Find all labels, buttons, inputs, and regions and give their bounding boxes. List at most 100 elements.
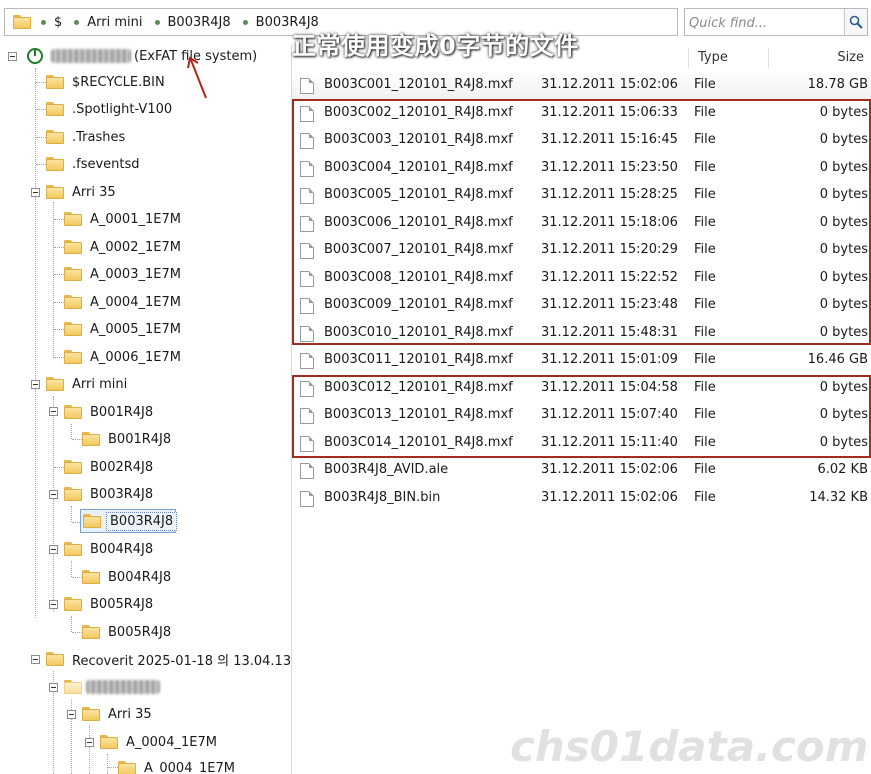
file-name: B003C001_120101_R4J8.mxf	[324, 77, 513, 92]
file-size: 18.78 GB	[807, 77, 868, 92]
tree-node-label: B004R4J8	[90, 541, 154, 557]
tree-connector	[71, 616, 72, 632]
tree-node[interactable]: Arri mini	[46, 372, 127, 396]
search-icon	[849, 15, 863, 29]
tree-node[interactable]: Arri 35	[82, 702, 152, 726]
tree-node[interactable]: A_0002_1E7M	[64, 235, 181, 259]
tree-node[interactable]: .Spotlight-V100	[46, 97, 172, 121]
collapse-toggle-icon[interactable]	[49, 600, 58, 609]
folder-icon	[118, 761, 136, 774]
tree-node-label: A_0002_1E7M	[90, 239, 181, 255]
tree-node-selected[interactable]: B003R4J8	[80, 509, 178, 533]
file-icon	[300, 463, 314, 479]
collapse-toggle-icon[interactable]	[31, 655, 40, 664]
folder-icon	[64, 240, 82, 254]
tree-node-label: $RECYCLE.BIN	[72, 74, 165, 90]
breadcrumb-item[interactable]: $	[41, 15, 62, 30]
tree-connector	[36, 82, 46, 83]
zero-byte-highlight-box	[292, 99, 871, 345]
folder-icon	[64, 322, 82, 336]
file-list[interactable]: Type Size B003C001_120101_R4J8.mxf 31.12.…	[292, 44, 871, 774]
tree-connector	[72, 577, 82, 578]
collapse-toggle-icon[interactable]	[31, 188, 40, 197]
file-type: File	[694, 352, 716, 367]
quick-find-box	[684, 8, 868, 36]
tree-node[interactable]	[64, 675, 160, 699]
file-row[interactable]: B003R4J8_AVID.ale 31.12.2011 15:02:06 File…	[292, 457, 871, 484]
tree-node[interactable]: A_0004_1E7M	[64, 290, 181, 314]
tree-node[interactable]: B001R4J8	[64, 400, 153, 424]
tree-node-label: A_0006_1E7M	[90, 349, 181, 365]
collapse-toggle-icon[interactable]	[49, 407, 58, 416]
tree-connector	[71, 506, 72, 522]
folder-icon	[64, 460, 82, 474]
tree-node[interactable]: A_0001_1E7M	[64, 207, 181, 231]
breadcrumb-item[interactable]: Arri mini	[74, 15, 143, 30]
quick-find-input[interactable]	[687, 11, 841, 35]
tree-node-label: A_0005_1E7M	[90, 321, 181, 337]
folder-icon	[82, 432, 100, 446]
tree-connector	[54, 274, 64, 275]
collapse-toggle-icon[interactable]	[49, 545, 58, 554]
column-separator[interactable]	[688, 48, 689, 68]
tree-node[interactable]: B003R4J8	[64, 482, 153, 506]
file-row[interactable]: B003C001_120101_R4J8.mxf 31.12.2011 15:02…	[292, 72, 871, 99]
tree-node[interactable]: B005R4J8	[64, 592, 153, 616]
tree-connector	[71, 561, 72, 577]
column-header-size[interactable]: Size	[837, 50, 864, 65]
tree-node-label: B005R4J8	[90, 596, 154, 612]
tree-node[interactable]: A_0005_1E7M	[64, 317, 181, 341]
tree-node[interactable]: B004R4J8	[64, 537, 153, 561]
tree-node[interactable]: A_0004_1E7M	[100, 730, 217, 754]
tree-connector	[36, 137, 46, 138]
collapse-toggle-icon[interactable]	[67, 710, 76, 719]
tree-node[interactable]: Arri 35	[46, 180, 116, 204]
collapse-toggle-icon[interactable]	[49, 683, 58, 692]
tree-connector	[72, 632, 82, 633]
tree-node[interactable]: A_0006_1E7M	[64, 345, 181, 369]
tree-node[interactable]: B005R4J8	[82, 620, 171, 644]
tree-node-label: .Trashes	[72, 129, 126, 145]
collapse-toggle-icon[interactable]	[8, 51, 17, 61]
breadcrumb-separator-icon	[74, 19, 80, 25]
tree-node[interactable]: .Trashes	[46, 125, 125, 149]
tree-connector	[54, 219, 64, 220]
folder-icon	[46, 102, 64, 116]
tree-node[interactable]: Recoverit 2025-01-18 의 13.04.13	[46, 647, 291, 671]
file-icon	[300, 353, 314, 369]
tree-node[interactable]: B004R4J8	[82, 565, 171, 589]
breadcrumb-separator-icon	[242, 19, 248, 25]
folder-icon	[64, 350, 82, 364]
folder-icon	[13, 15, 31, 29]
search-button[interactable]	[844, 9, 867, 35]
folder-icon	[83, 514, 101, 528]
tree-node[interactable]: $RECYCLE.BIN	[46, 70, 165, 94]
tree-node-drive[interactable]: (ExFAT file system)	[8, 44, 257, 68]
column-separator[interactable]	[768, 48, 769, 68]
folder-icon	[64, 542, 82, 556]
breadcrumb-item[interactable]: B003R4J8	[154, 15, 231, 30]
tree-node-label: A_0004_1E7M	[144, 760, 235, 774]
tree-connector	[36, 109, 46, 110]
tree-node[interactable]: B001R4J8	[82, 427, 171, 451]
tree-node-label: .Spotlight-V100	[72, 101, 173, 117]
collapse-toggle-icon[interactable]	[31, 380, 40, 389]
tree-node-label: Arri 35	[108, 706, 152, 722]
tree-node[interactable]: .fseventsd	[46, 152, 140, 176]
breadcrumb-separator-icon	[41, 19, 46, 25]
tree-node[interactable]: A_0004_1E7M	[118, 756, 235, 774]
column-header-type[interactable]: Type	[698, 50, 728, 65]
tree-node[interactable]: B002R4J8	[64, 455, 153, 479]
file-date: 31.12.2011 15:02:06	[541, 462, 678, 477]
file-row[interactable]: B003C011_120101_R4J8.mxf 31.12.2011 15:01…	[292, 347, 871, 374]
folder-icon	[82, 707, 100, 721]
watermark: chs01data.com	[510, 722, 869, 771]
file-date: 31.12.2011 15:02:06	[541, 489, 678, 505]
tree-connector	[54, 467, 64, 468]
tree-node[interactable]: A_0003_1E7M	[64, 262, 181, 286]
collapse-toggle-icon[interactable]	[49, 490, 58, 499]
annotation-arrow-icon	[187, 56, 207, 99]
folder-tree[interactable]: (ExFAT file system) $RECYCLE.BIN .Spotli…	[0, 44, 291, 774]
file-row[interactable]: B003R4J8_BIN.bin 31.12.2011 15:02:06 File 1…	[292, 485, 871, 512]
collapse-toggle-icon[interactable]	[85, 738, 94, 747]
